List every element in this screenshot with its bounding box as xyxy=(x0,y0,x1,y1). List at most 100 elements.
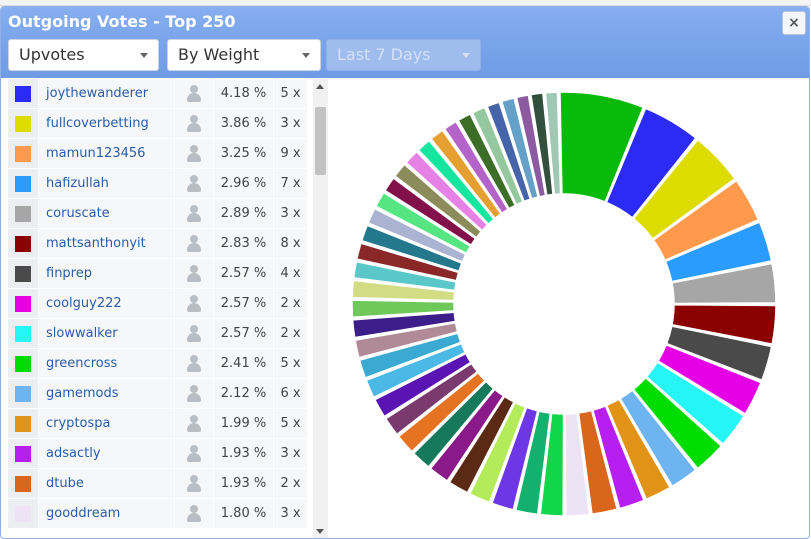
vote-percentage: 1.80 % xyxy=(214,499,273,528)
voter-name-link[interactable]: greencross xyxy=(39,349,174,378)
user-icon[interactable] xyxy=(186,325,202,342)
voter-name-link[interactable]: coruscate xyxy=(39,199,174,228)
voter-name-link[interactable]: finprep xyxy=(39,259,174,288)
user-icon[interactable] xyxy=(186,475,202,492)
profile-cell xyxy=(175,469,213,498)
vote-percentage: 1.93 % xyxy=(214,439,273,468)
vote-count: 6 x xyxy=(274,379,307,408)
sort-value: By Weight xyxy=(178,45,260,64)
voter-name-link[interactable]: dtube xyxy=(39,469,174,498)
profile-cell xyxy=(175,79,213,108)
vote-type-dropdown[interactable]: Upvotes xyxy=(8,39,159,71)
profile-cell xyxy=(175,109,213,138)
vote-count: 5 x xyxy=(274,409,307,438)
user-icon[interactable] xyxy=(186,505,202,522)
profile-cell xyxy=(175,349,213,378)
votes-donut-chart xyxy=(351,92,777,517)
period-value: Last 7 Days xyxy=(337,45,431,64)
color-swatch-cell xyxy=(8,259,38,288)
vote-percentage: 2.12 % xyxy=(214,379,273,408)
list-scrollbar[interactable] xyxy=(313,79,328,538)
profile-cell xyxy=(175,259,213,288)
color-swatch-cell xyxy=(8,139,38,168)
profile-cell xyxy=(175,379,213,408)
vote-percentage: 2.96 % xyxy=(214,169,273,198)
voter-name-link[interactable]: mattsanthonyit xyxy=(39,229,174,258)
color-swatch xyxy=(15,356,31,372)
close-icon[interactable]: × xyxy=(782,11,806,35)
color-swatch xyxy=(15,266,31,282)
user-icon[interactable] xyxy=(186,385,202,402)
user-icon[interactable] xyxy=(186,205,202,222)
list-item: mattsanthonyit 2.83 % 8 x xyxy=(8,229,307,259)
vote-percentage: 3.25 % xyxy=(214,139,273,168)
vote-count: 3 x xyxy=(274,199,307,228)
user-icon[interactable] xyxy=(186,175,202,192)
scrollbar-thumb[interactable] xyxy=(315,107,326,175)
color-swatch xyxy=(15,446,31,462)
arrow-down-icon[interactable] xyxy=(316,529,324,534)
list-item: coruscate 2.89 % 3 x xyxy=(8,199,307,229)
list-item: gamemods 2.12 % 6 x xyxy=(8,379,307,409)
voter-name-link[interactable]: gooddream xyxy=(39,499,174,528)
list-item: joythewanderer 4.18 % 5 x xyxy=(8,79,307,109)
color-swatch-cell xyxy=(8,229,38,258)
vote-percentage: 2.57 % xyxy=(214,259,273,288)
arrow-up-icon[interactable] xyxy=(316,84,324,89)
vote-percentage: 1.99 % xyxy=(214,409,273,438)
vote-count: 3 x xyxy=(274,109,307,138)
user-icon[interactable] xyxy=(186,415,202,432)
user-icon[interactable] xyxy=(186,145,202,162)
user-icon[interactable] xyxy=(186,295,202,312)
color-swatch-cell xyxy=(8,169,38,198)
sort-dropdown[interactable]: By Weight xyxy=(167,39,321,71)
color-swatch xyxy=(15,326,31,342)
vote-count: 9 x xyxy=(274,139,307,168)
voter-name-link[interactable]: adsactly xyxy=(39,439,174,468)
vote-count: 8 x xyxy=(274,229,307,258)
panel-header: Outgoing Votes - Top 250 × Upvotes By We… xyxy=(1,7,809,78)
list-item: gooddream 1.80 % 3 x xyxy=(8,499,307,529)
vote-percentage: 2.57 % xyxy=(214,289,273,318)
voter-name-link[interactable]: gamemods xyxy=(39,379,174,408)
panel-title: Outgoing Votes - Top 250 xyxy=(8,12,236,31)
user-icon[interactable] xyxy=(186,265,202,282)
profile-cell xyxy=(175,199,213,228)
color-swatch-cell xyxy=(8,409,38,438)
vote-percentage: 3.86 % xyxy=(214,109,273,138)
voter-name-link[interactable]: slowwalker xyxy=(39,319,174,348)
voter-name-link[interactable]: joythewanderer xyxy=(39,79,174,108)
user-icon[interactable] xyxy=(186,445,202,462)
chevron-down-icon xyxy=(140,53,148,58)
user-icon[interactable] xyxy=(186,115,202,132)
profile-cell xyxy=(175,229,213,258)
user-icon[interactable] xyxy=(186,85,202,102)
voter-name-link[interactable]: hafizullah xyxy=(39,169,174,198)
outgoing-votes-panel: Outgoing Votes - Top 250 × Upvotes By We… xyxy=(0,6,810,539)
color-swatch-cell xyxy=(8,79,38,108)
profile-cell xyxy=(175,169,213,198)
list-item: finprep 2.57 % 4 x xyxy=(8,259,307,289)
color-swatch-cell xyxy=(8,499,38,528)
vote-count: 3 x xyxy=(274,499,307,528)
color-swatch xyxy=(15,116,31,132)
profile-cell xyxy=(175,139,213,168)
vote-percentage: 2.41 % xyxy=(214,349,273,378)
voter-name-link[interactable]: coolguy222 xyxy=(39,289,174,318)
profile-cell xyxy=(175,319,213,348)
list-item: greencross 2.41 % 5 x xyxy=(8,349,307,379)
color-swatch-cell xyxy=(8,349,38,378)
list-item: dtube 1.93 % 2 x xyxy=(8,469,307,499)
color-swatch xyxy=(15,146,31,162)
voter-name-link[interactable]: cryptospa xyxy=(39,409,174,438)
list-item: fullcoverbetting 3.86 % 3 x xyxy=(8,109,307,139)
voter-name-link[interactable]: fullcoverbetting xyxy=(39,109,174,138)
voter-name-link[interactable]: mamun123456 xyxy=(39,139,174,168)
color-swatch xyxy=(15,206,31,222)
user-icon[interactable] xyxy=(186,355,202,372)
period-dropdown[interactable]: Last 7 Days xyxy=(326,39,481,71)
color-swatch xyxy=(15,236,31,252)
user-icon[interactable] xyxy=(186,235,202,252)
vote-count: 7 x xyxy=(274,169,307,198)
color-swatch xyxy=(15,506,31,522)
